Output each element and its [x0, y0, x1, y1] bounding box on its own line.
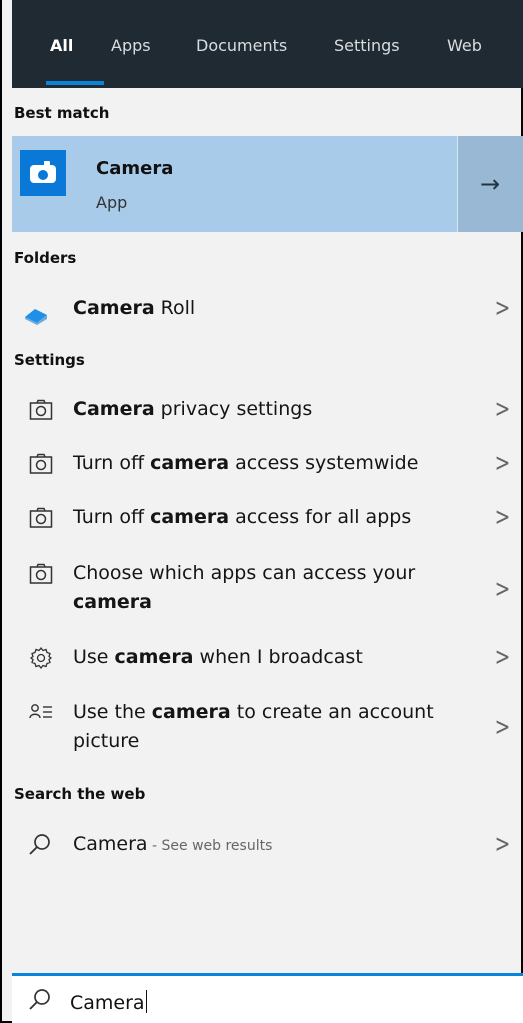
right-arrow-icon[interactable]: →: [480, 170, 500, 198]
chevron-right-icon: >: [494, 574, 511, 603]
best-match-subtitle: App: [96, 193, 128, 212]
gear-icon: [29, 646, 53, 670]
text-caret: [145, 990, 147, 1013]
tab-settings[interactable]: Settings: [334, 36, 400, 55]
settings-result-choose-apps[interactable]: Choose which apps can access your camera…: [14, 557, 519, 623]
chevron-right-icon: >: [494, 829, 511, 858]
camera-outline-icon: [29, 563, 53, 584]
chevron-right-icon: >: [494, 502, 511, 531]
active-tab-indicator: [46, 81, 104, 85]
tab-apps[interactable]: Apps: [111, 36, 151, 55]
settings-result-camera-privacy[interactable]: Camera privacy settings >: [14, 391, 519, 431]
best-match-title: Camera: [96, 158, 174, 179]
settings-result-camera-all-apps[interactable]: Turn off camera access for all apps >: [14, 499, 519, 539]
search-input: Camera: [70, 990, 147, 1014]
chevron-right-icon: >: [494, 293, 511, 322]
search-box[interactable]: Camera: [12, 973, 523, 1023]
chevron-right-icon: >: [494, 642, 511, 671]
settings-result-camera-systemwide[interactable]: Turn off camera access systemwide >: [14, 445, 519, 485]
search-icon: [29, 834, 50, 855]
settings-result-account-picture[interactable]: Use the camera to create an account pict…: [14, 696, 519, 762]
search-icon: [29, 989, 50, 1010]
chevron-right-icon: >: [494, 394, 511, 423]
camera-outline-icon: [29, 507, 53, 528]
section-search-web: Search the web: [14, 785, 146, 803]
settings-result-broadcast[interactable]: Use camera when I broadcast >: [14, 638, 519, 678]
web-result-camera[interactable]: Camera - See web results >: [14, 825, 519, 867]
chevron-right-icon: >: [494, 448, 511, 477]
tab-documents[interactable]: Documents: [196, 36, 287, 55]
section-settings: Settings: [14, 351, 85, 369]
camera-app-icon: [20, 150, 66, 196]
tab-web[interactable]: Web: [447, 36, 482, 55]
search-scope-tab-bar: All Apps Documents Settings Web: [12, 0, 523, 88]
camera-outline-icon: [29, 453, 53, 474]
camera-outline-icon: [29, 399, 53, 420]
section-folders: Folders: [14, 249, 77, 267]
folder-cloud-icon: [25, 309, 47, 325]
section-best-match: Best match: [14, 104, 110, 122]
tab-all[interactable]: All: [50, 36, 73, 55]
account-list-icon: [29, 704, 52, 719]
folder-result-camera-roll[interactable]: Camera Roll >: [14, 289, 519, 331]
chevron-right-icon: >: [494, 712, 511, 741]
best-match-result[interactable]: [12, 136, 523, 232]
